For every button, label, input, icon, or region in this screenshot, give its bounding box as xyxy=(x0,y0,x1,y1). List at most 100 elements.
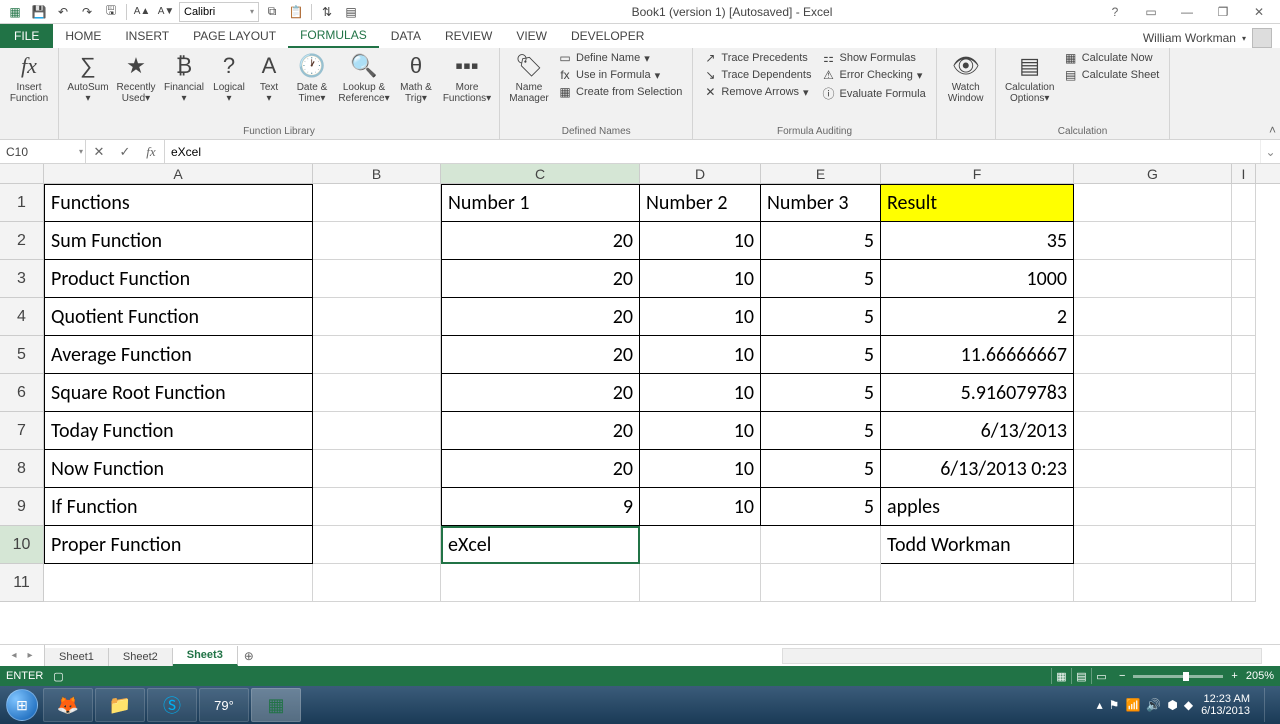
fx-icon[interactable]: fx xyxy=(138,144,164,160)
cell-A10[interactable]: Proper Function xyxy=(44,526,313,564)
tray-flag-icon[interactable]: ⚑ xyxy=(1109,698,1120,712)
cell-D8[interactable]: 10 xyxy=(640,450,761,488)
undo-icon[interactable]: ↶ xyxy=(52,2,74,22)
more-functions-button[interactable]: ▪▪▪More Functions▾ xyxy=(441,50,493,106)
cell-B1[interactable] xyxy=(313,184,441,222)
zoom-level[interactable]: 205% xyxy=(1246,670,1274,682)
row-header-10[interactable]: 10 xyxy=(0,526,44,564)
row-header-11[interactable]: 11 xyxy=(0,564,44,602)
cell-I1[interactable] xyxy=(1232,184,1256,222)
name-manager-button[interactable]: 🏷Name Manager xyxy=(506,50,552,106)
cell-D4[interactable]: 10 xyxy=(640,298,761,336)
help-icon[interactable]: ? xyxy=(1102,2,1128,22)
cell-C10[interactable]: eXcel xyxy=(441,526,640,564)
cell-D11[interactable] xyxy=(640,564,761,602)
remove-arrows-button[interactable]: ✕Remove Arrows ▾ xyxy=(699,84,815,100)
cell-B7[interactable] xyxy=(313,412,441,450)
save-icon-2[interactable]: 🖫 xyxy=(100,2,122,22)
cell-G8[interactable] xyxy=(1074,450,1232,488)
cell-C2[interactable]: 20 xyxy=(441,222,640,260)
cell-F10[interactable]: Todd Workman xyxy=(881,526,1074,564)
column-header-I[interactable]: I xyxy=(1232,164,1256,183)
tab-data[interactable]: DATA xyxy=(379,24,433,48)
page-layout-view-icon[interactable]: ▤ xyxy=(1071,668,1091,684)
cell-I5[interactable] xyxy=(1232,336,1256,374)
cell-F9[interactable]: apples xyxy=(881,488,1074,526)
taskbar-clock[interactable]: 12:23 AM 6/13/2013 xyxy=(1201,693,1250,717)
cell-E1[interactable]: Number 3 xyxy=(761,184,881,222)
cell-E2[interactable]: 5 xyxy=(761,222,881,260)
cell-A1[interactable]: Functions xyxy=(44,184,313,222)
cell-I2[interactable] xyxy=(1232,222,1256,260)
filter-icon[interactable]: ▤ xyxy=(340,2,362,22)
cell-A3[interactable]: Product Function xyxy=(44,260,313,298)
row-header-4[interactable]: 4 xyxy=(0,298,44,336)
column-header-A[interactable]: A xyxy=(44,164,313,183)
logical-button[interactable]: ?Logical▾ xyxy=(209,50,249,106)
row-header-3[interactable]: 3 xyxy=(0,260,44,298)
cell-E7[interactable]: 5 xyxy=(761,412,881,450)
column-header-C[interactable]: C xyxy=(441,164,640,183)
sort-icon[interactable]: ⇅ xyxy=(316,2,338,22)
cell-D10[interactable] xyxy=(640,526,761,564)
cell-C8[interactable]: 20 xyxy=(441,450,640,488)
cell-C3[interactable]: 20 xyxy=(441,260,640,298)
cell-E8[interactable]: 5 xyxy=(761,450,881,488)
trace-precedents-button[interactable]: ↗Trace Precedents xyxy=(699,50,815,66)
cell-G11[interactable] xyxy=(1074,564,1232,602)
cell-G10[interactable] xyxy=(1074,526,1232,564)
expand-formula-bar-icon[interactable]: ⌄ xyxy=(1260,140,1280,163)
cell-B4[interactable] xyxy=(313,298,441,336)
cell-E11[interactable] xyxy=(761,564,881,602)
cell-F3[interactable]: 1000 xyxy=(881,260,1074,298)
cell-D7[interactable]: 10 xyxy=(640,412,761,450)
trace-dependents-button[interactable]: ↘Trace Dependents xyxy=(699,67,815,83)
cell-B8[interactable] xyxy=(313,450,441,488)
tray-icon[interactable]: ◆ xyxy=(1184,698,1193,712)
cell-C5[interactable]: 20 xyxy=(441,336,640,374)
column-header-G[interactable]: G xyxy=(1074,164,1232,183)
cell-I4[interactable] xyxy=(1232,298,1256,336)
cell-D2[interactable]: 10 xyxy=(640,222,761,260)
calculate-sheet-button[interactable]: ▤Calculate Sheet xyxy=(1060,67,1164,83)
cell-C7[interactable]: 20 xyxy=(441,412,640,450)
font-selector[interactable]: Calibri▾ xyxy=(179,2,259,22)
autosum-button[interactable]: ∑AutoSum▾ xyxy=(65,50,111,106)
calculate-now-button[interactable]: ▦Calculate Now xyxy=(1060,50,1164,66)
increase-font-icon[interactable]: A▲ xyxy=(131,2,153,22)
paste-icon[interactable]: 📋 xyxy=(285,2,307,22)
cell-C1[interactable]: Number 1 xyxy=(441,184,640,222)
page-break-view-icon[interactable]: ▭ xyxy=(1091,668,1111,684)
define-name-button[interactable]: ▭Define Name ▾ xyxy=(554,50,686,66)
cell-E10[interactable] xyxy=(761,526,881,564)
tab-page-layout[interactable]: PAGE LAYOUT xyxy=(181,24,288,48)
cell-E3[interactable]: 5 xyxy=(761,260,881,298)
evaluate-formula-button[interactable]: ⓘEvaluate Formula xyxy=(817,84,929,103)
row-header-2[interactable]: 2 xyxy=(0,222,44,260)
cell-I11[interactable] xyxy=(1232,564,1256,602)
create-from-selection-button[interactable]: ▦Create from Selection xyxy=(554,84,686,100)
row-header-8[interactable]: 8 xyxy=(0,450,44,488)
copy-icon[interactable]: ⧉ xyxy=(261,2,283,22)
cell-D3[interactable]: 10 xyxy=(640,260,761,298)
cell-F2[interactable]: 35 xyxy=(881,222,1074,260)
cell-I6[interactable] xyxy=(1232,374,1256,412)
save-icon[interactable]: 💾 xyxy=(28,2,50,22)
tab-view[interactable]: VIEW xyxy=(504,24,559,48)
cell-G1[interactable] xyxy=(1074,184,1232,222)
normal-view-icon[interactable]: ▦ xyxy=(1051,668,1071,684)
taskbar-firefox[interactable]: 🦊 xyxy=(43,688,93,722)
redo-icon[interactable]: ↷ xyxy=(76,2,98,22)
cell-G9[interactable] xyxy=(1074,488,1232,526)
financial-button[interactable]: ₿Financial▾ xyxy=(161,50,207,106)
cell-F5[interactable]: 11.66666667 xyxy=(881,336,1074,374)
cell-F7[interactable]: 6/13/2013 xyxy=(881,412,1074,450)
sheet-tab-sheet2[interactable]: Sheet2 xyxy=(109,648,173,666)
row-header-7[interactable]: 7 xyxy=(0,412,44,450)
cell-C9[interactable]: 9 xyxy=(441,488,640,526)
cell-I3[interactable] xyxy=(1232,260,1256,298)
cell-G5[interactable] xyxy=(1074,336,1232,374)
column-header-F[interactable]: F xyxy=(881,164,1074,183)
cell-B11[interactable] xyxy=(313,564,441,602)
row-header-5[interactable]: 5 xyxy=(0,336,44,374)
